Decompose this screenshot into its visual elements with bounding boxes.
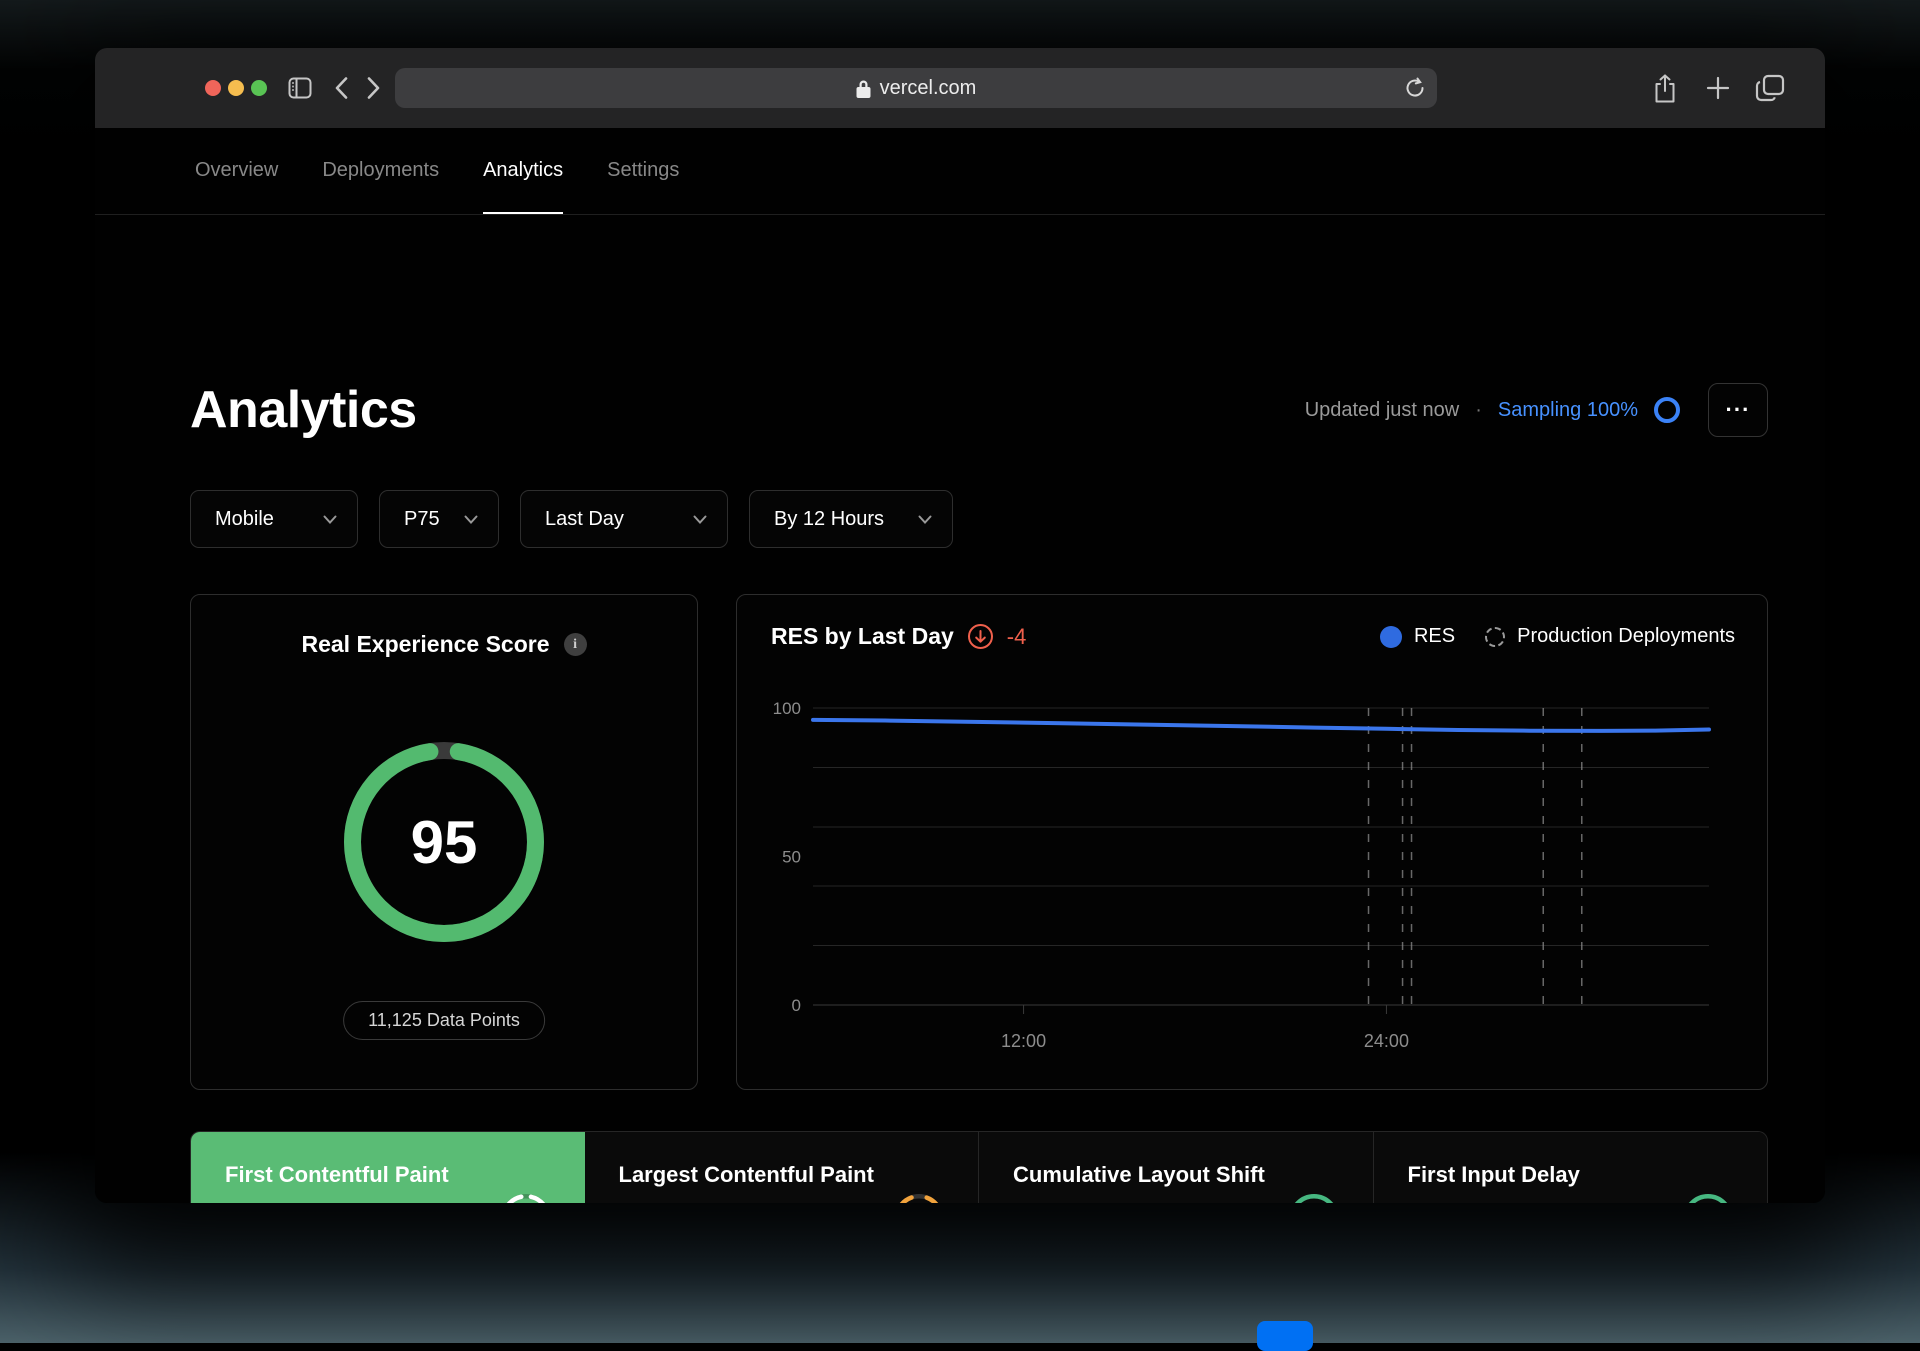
web-vitals-row: First Contentful Paint 2.17 s 93 Largest… <box>190 1131 1768 1203</box>
more-options-button[interactable]: ··· <box>1708 383 1768 437</box>
res-score-gauge: 95 <box>344 742 544 942</box>
address-bar[interactable]: vercel.com <box>395 68 1437 108</box>
tab-analytics[interactable]: Analytics <box>483 128 564 214</box>
device-filter-value: Mobile <box>215 507 274 530</box>
legend-deployments-label: Production Deployments <box>1517 625 1735 647</box>
new-tab-icon[interactable] <box>1703 48 1733 128</box>
chart-legend: RES Production Deployments <box>1379 625 1735 648</box>
percentile-filter-value: P75 <box>404 507 440 530</box>
page-title: Analytics <box>190 381 417 439</box>
svg-text:50: 50 <box>782 848 801 867</box>
timerange-filter-dropdown[interactable]: Last Day <box>520 490 728 548</box>
reload-icon[interactable] <box>1403 76 1427 100</box>
tab-overview[interactable]: Overview <box>195 128 278 214</box>
data-points-pill: 11,125 Data Points <box>343 1001 545 1040</box>
metric-score-value: 100 <box>1289 1194 1339 1203</box>
metric-title: Largest Contentful Paint <box>618 1162 874 1187</box>
interval-filter-value: By 12 Hours <box>774 507 885 530</box>
interval-filter-dropdown[interactable]: By 12 Hours <box>749 490 953 548</box>
svg-text:100: 100 <box>773 699 801 718</box>
chevron-down-icon <box>918 515 932 524</box>
metric-title: First Contentful Paint <box>225 1162 449 1187</box>
url-text: vercel.com <box>879 76 977 99</box>
analytics-content: Analytics Updated just now · Sampling 10… <box>190 295 1768 1203</box>
svg-text:12:00: 12:00 <box>1001 1031 1046 1051</box>
chevron-down-icon <box>323 515 337 524</box>
sidebar-toggle-icon[interactable] <box>287 48 313 128</box>
desktop-background: vercel.com Overview Deployments Analytic… <box>0 0 1920 1351</box>
browser-toolbar: vercel.com <box>95 48 1825 128</box>
forward-icon[interactable] <box>363 48 383 128</box>
window-zoom-button[interactable] <box>251 80 267 96</box>
sampling-link[interactable]: Sampling 100% <box>1498 399 1638 422</box>
tab-settings[interactable]: Settings <box>607 128 679 214</box>
legend-production-deployments: Production Deployments <box>1485 625 1735 648</box>
solid-dot-icon <box>1379 625 1402 648</box>
metric-score-badge: 89 <box>894 1194 944 1203</box>
metric-score-badge: 93 <box>500 1194 551 1203</box>
arrow-down-circle-icon <box>967 624 993 649</box>
metric-card-fcp[interactable]: First Contentful Paint 2.17 s 93 <box>191 1132 585 1203</box>
res-line-chart: 100 50 0 12:00 24:00 <box>773 699 1711 1051</box>
metric-title: Cumulative Layout Shift <box>1013 1162 1265 1187</box>
peek-element <box>1257 1321 1313 1351</box>
updated-status: Updated just now <box>1304 398 1460 421</box>
device-filter-dropdown[interactable]: Mobile <box>190 490 358 548</box>
dashed-circle-icon <box>1485 626 1506 647</box>
svg-text:0: 0 <box>792 996 801 1015</box>
metric-score-badge: 100 <box>1683 1194 1733 1203</box>
res-delta-value: -4 <box>1006 623 1027 649</box>
metric-card-cls[interactable]: Cumulative Layout Shift 0.026 100 <box>978 1132 1373 1203</box>
info-icon[interactable]: i <box>563 633 587 656</box>
meta-separator: · <box>1475 398 1482 421</box>
metric-score-value: 100 <box>1683 1194 1733 1203</box>
real-experience-score-card: Real Experience Score i 95 11,125 Data P… <box>190 594 698 1090</box>
res-trend-chart-card: 100 50 0 12:00 24:00 RES by Last Day -4 <box>736 594 1768 1090</box>
chevron-down-icon <box>693 515 707 524</box>
metric-score-value: 93 <box>501 1194 551 1203</box>
back-icon[interactable] <box>331 48 351 128</box>
lock-icon <box>856 79 871 98</box>
percentile-filter-dropdown[interactable]: P75 <box>379 490 499 548</box>
legend-res-label: RES <box>1413 625 1456 647</box>
metric-title: First Input Delay <box>1407 1162 1580 1187</box>
tab-deployments[interactable]: Deployments <box>322 128 439 214</box>
sampling-progress-ring <box>1654 397 1680 423</box>
metric-score-value: 89 <box>894 1194 944 1203</box>
timerange-filter-value: Last Day <box>545 507 624 530</box>
res-card-title: Real Experience Score <box>301 631 550 657</box>
web-page: Overview Deployments Analytics Settings … <box>95 128 1825 1203</box>
metric-score-badge: 100 <box>1288 1194 1339 1203</box>
metric-card-fid[interactable]: First Input Delay 28 ms 100 <box>1372 1132 1767 1203</box>
window-minimize-button[interactable] <box>228 80 244 96</box>
browser-window: vercel.com Overview Deployments Analytic… <box>95 48 1825 1203</box>
metric-card-lcp[interactable]: Largest Contentful Paint 2.57 s 89 <box>584 1132 978 1203</box>
svg-text:24:00: 24:00 <box>1364 1031 1409 1051</box>
chart-title: RES by Last Day <box>771 623 954 649</box>
filter-bar: Mobile P75 Last Day By 12 Hours <box>190 490 1768 548</box>
window-close-button[interactable] <box>205 80 221 96</box>
legend-res: RES <box>1379 625 1456 648</box>
project-nav: Overview Deployments Analytics Settings <box>95 128 1825 215</box>
tab-overview-icon[interactable] <box>1753 48 1787 128</box>
res-score-value: 95 <box>410 808 478 876</box>
share-icon[interactable] <box>1650 48 1680 128</box>
chevron-down-icon <box>464 515 478 524</box>
